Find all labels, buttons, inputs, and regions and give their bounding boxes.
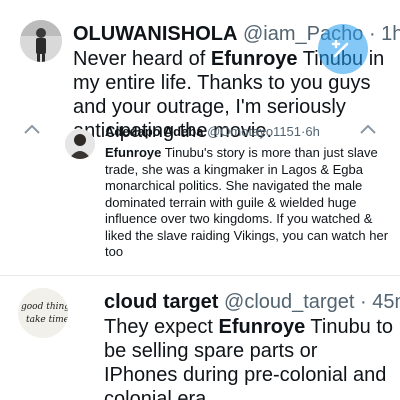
tweet-text: They expect Efunroye Tinubu to be sellin… <box>104 315 394 400</box>
tweet-text-before: Never heard of <box>73 48 211 70</box>
quoted-tweet-header: Adedapo Adeba @Omotayo1151·6h <box>105 124 320 140</box>
tweet-header: cloud target @cloud_target · 45m <box>104 290 400 314</box>
tweet-text-keyword: Efunroye <box>210 48 298 70</box>
avatar[interactable]: good things take time <box>18 288 68 338</box>
quoted-tweet-text[interactable]: Efunroye Tinubu's story is more than jus… <box>105 145 397 261</box>
avatar-handwriting-line-2: take time <box>26 315 68 325</box>
separator-dot: · <box>368 23 376 45</box>
tweet-text-before: They expect <box>104 316 219 338</box>
tweet-oluwanishola[interactable]: OLUWANISHOLA @iam_Pacho · 1h Never heard… <box>0 0 400 275</box>
timestamp[interactable]: 1h <box>381 23 400 45</box>
person-avatar-image <box>20 20 62 62</box>
quoted-text-keyword: Efunroye <box>105 145 162 160</box>
chevron-up-icon[interactable] <box>358 123 378 135</box>
quoted-avatar[interactable] <box>65 129 95 159</box>
compose-tweet-icon <box>331 39 349 58</box>
quoted-text-body: Tinubu's story is more than just slave t… <box>105 145 389 259</box>
avatar-handwriting-line-1: good things <box>21 302 68 312</box>
avatar[interactable] <box>20 20 62 62</box>
timestamp[interactable]: 45m <box>372 291 400 313</box>
person-avatar-image <box>65 129 95 159</box>
chevron-up-icon[interactable] <box>22 123 42 135</box>
tweet-text-keyword: Efunroye <box>218 316 306 338</box>
quoted-display-name[interactable]: Adedapo Adeba <box>105 124 203 139</box>
user-handle[interactable]: @cloud_target <box>224 291 354 313</box>
quoted-handle[interactable]: @Omotayo1151·6h <box>207 124 320 139</box>
display-name[interactable]: cloud target <box>104 291 218 313</box>
separator-dot: · <box>359 291 367 313</box>
compose-tweet-button[interactable] <box>318 24 368 74</box>
display-name[interactable]: OLUWANISHOLA <box>73 23 237 45</box>
handwriting-avatar-image: good things take time <box>18 288 68 338</box>
